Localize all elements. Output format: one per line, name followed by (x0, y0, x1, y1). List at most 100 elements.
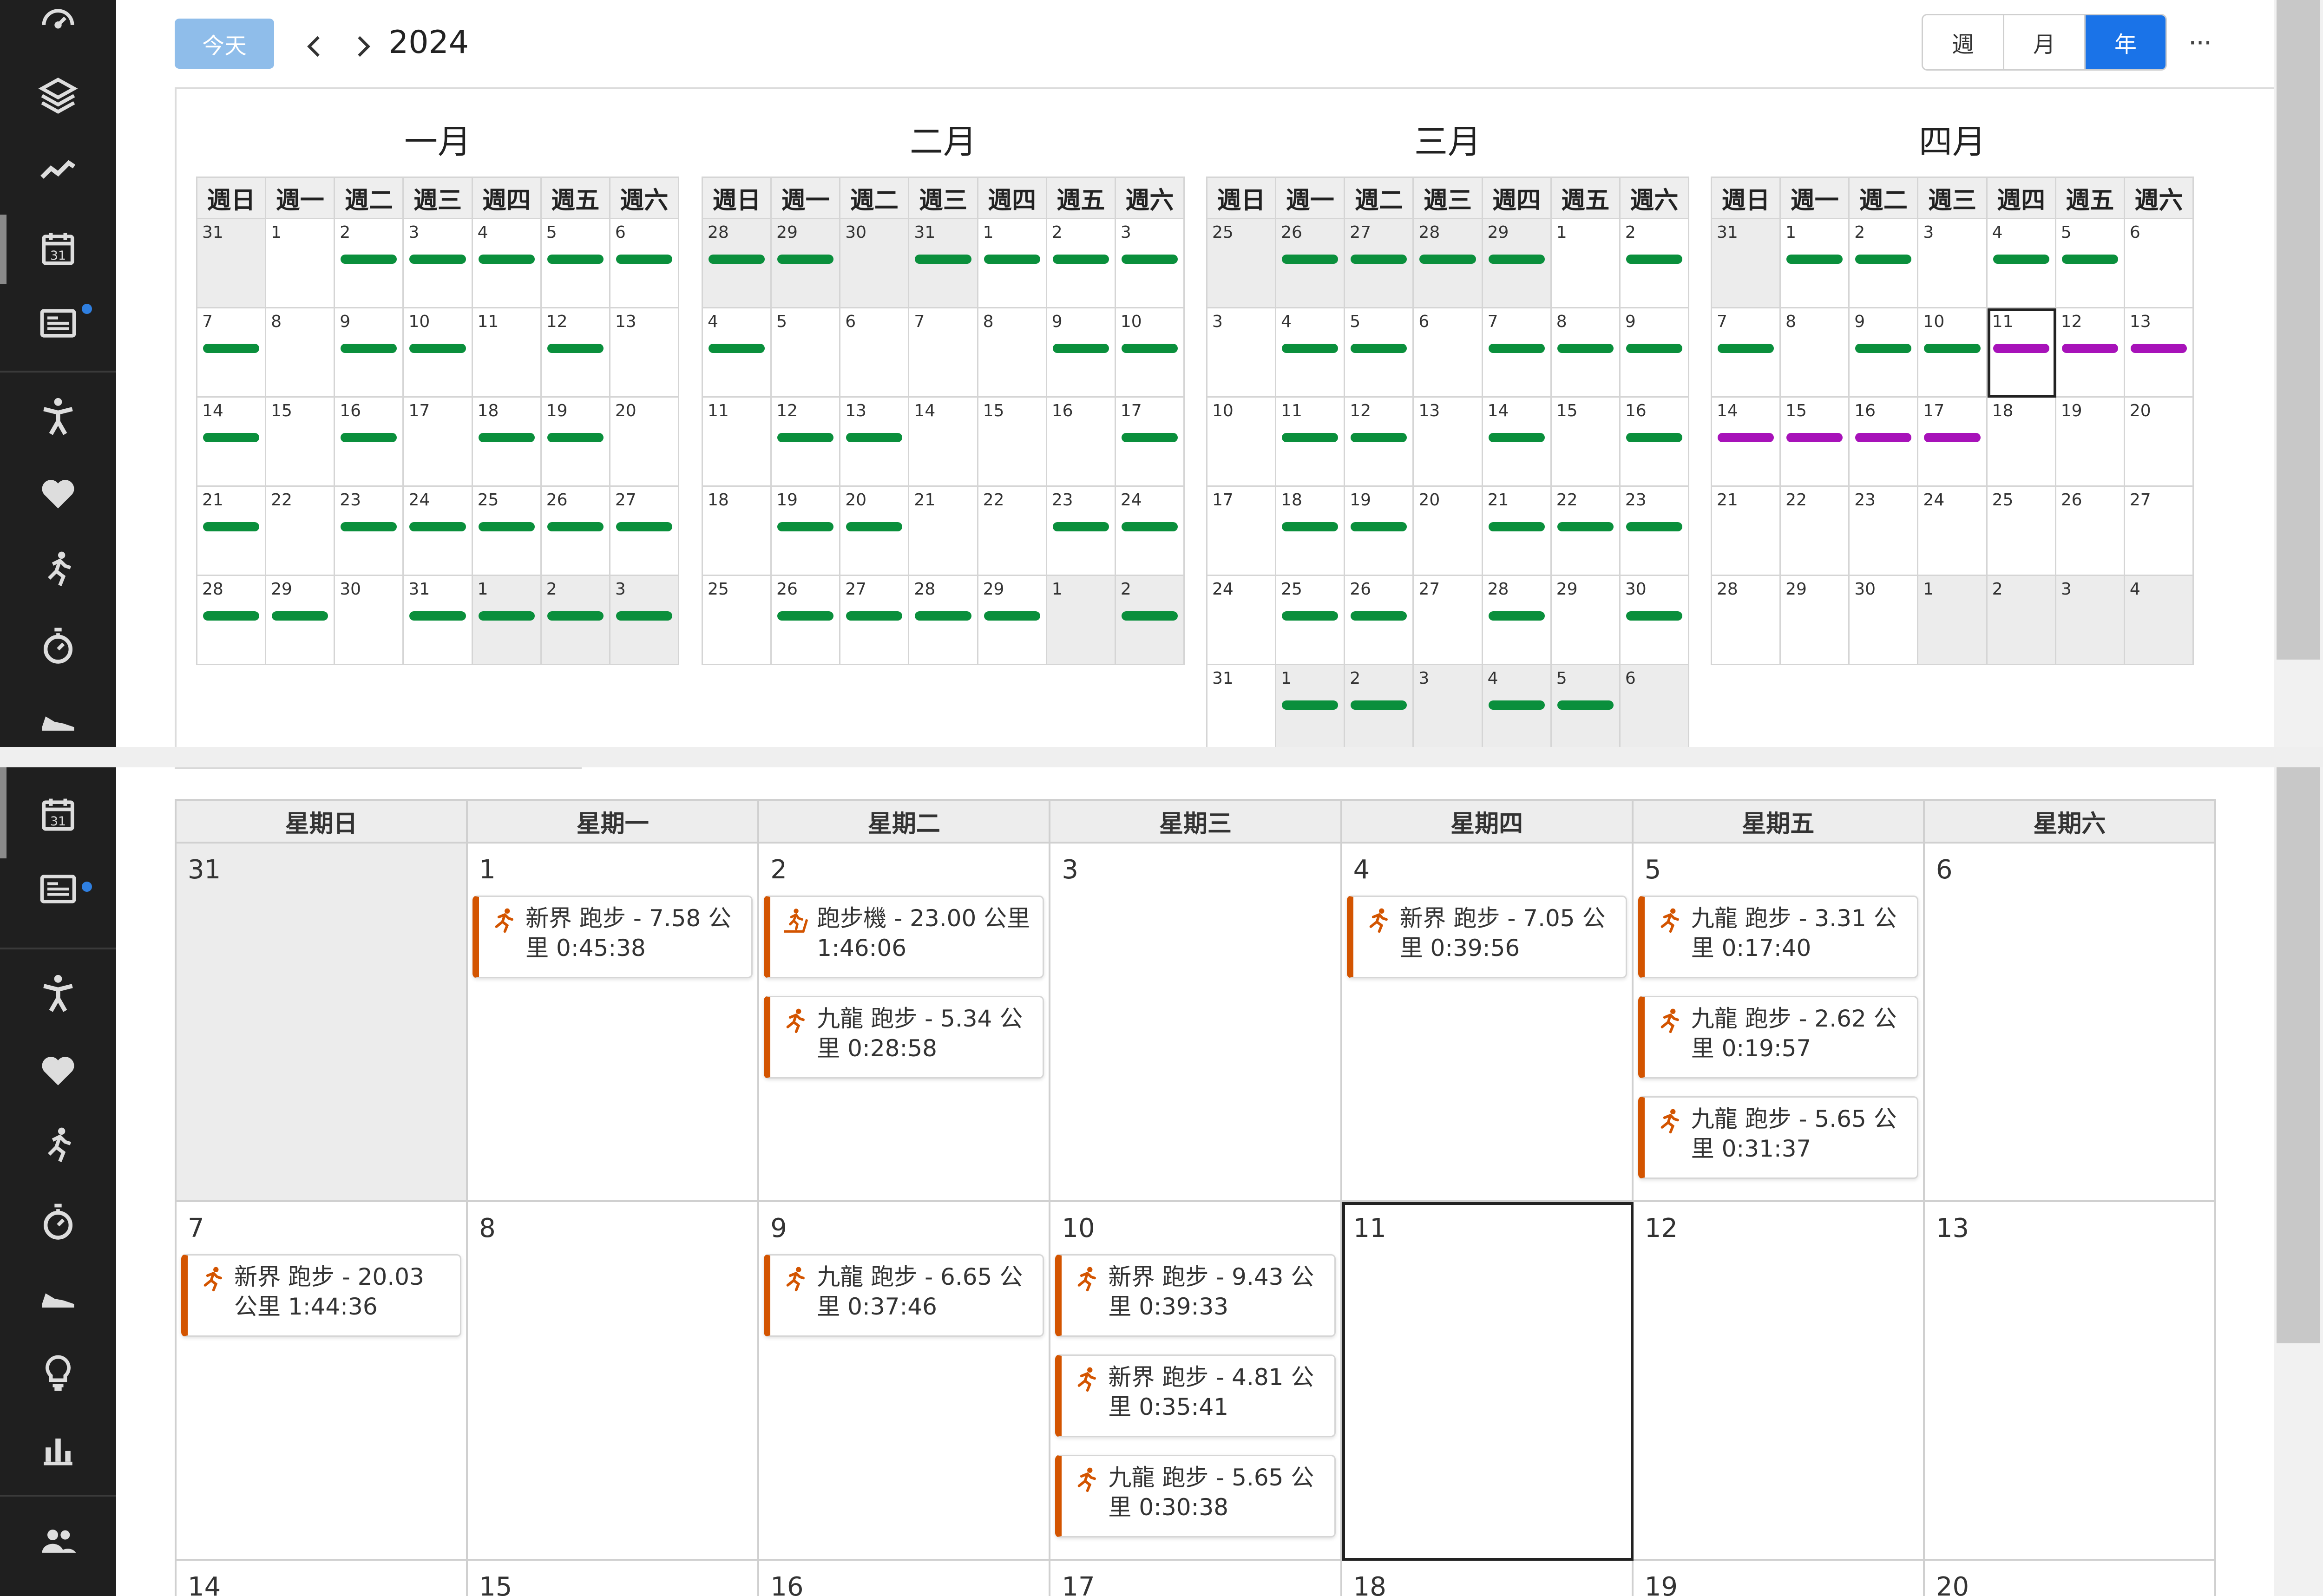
day-cell[interactable]: 16 (1620, 398, 1689, 487)
day-cell[interactable]: 12 (1633, 1202, 1925, 1561)
people-icon[interactable] (35, 1517, 81, 1563)
day-cell[interactable]: 2 (1850, 219, 1919, 308)
day-cell[interactable]: 3 (1116, 219, 1185, 308)
day-cell[interactable]: 10 (1918, 308, 1988, 398)
day-cell[interactable]: 4 (1987, 219, 2056, 308)
day-cell[interactable]: 31 (909, 219, 978, 308)
day-cell[interactable]: 26 (772, 576, 841, 665)
heart-icon[interactable] (35, 1046, 81, 1092)
day-cell[interactable]: 28 (1414, 219, 1483, 308)
shoe-icon[interactable] (35, 697, 81, 743)
day-cell[interactable]: 20 (610, 398, 679, 487)
day-cell[interactable]: 9 (335, 308, 404, 398)
day-cell[interactable]: 10 (1207, 398, 1277, 487)
day-cell[interactable]: 25 (1987, 487, 2056, 576)
day-cell[interactable]: 28 (1712, 576, 1781, 665)
day-cell[interactable]: 4 (1276, 308, 1345, 398)
stopwatch-icon[interactable] (35, 622, 81, 669)
day-cell[interactable]: 23 (335, 487, 404, 576)
day-cell-today[interactable]: 11 (1342, 1202, 1634, 1561)
day-cell[interactable]: 9 (1047, 308, 1116, 398)
run-icon[interactable] (35, 1122, 81, 1169)
layers-icon[interactable] (35, 72, 81, 119)
day-cell[interactable]: 5 九龍 跑步 - 3.31 公里 0:17:40 九龍 跑步 - 2.62 公里 … (1633, 844, 1925, 1202)
day-cell[interactable]: 16 (1850, 398, 1919, 487)
activity-event[interactable]: 九龍 跑步 - 5.34 公里 0:28:58 (764, 996, 1044, 1079)
day-cell[interactable]: 15 (978, 398, 1047, 487)
day-cell[interactable]: 8 (978, 308, 1047, 398)
day-cell[interactable]: 19 (1633, 1561, 1925, 1596)
day-cell[interactable]: 18 (1342, 1561, 1634, 1596)
day-cell[interactable]: 14 (177, 1561, 468, 1596)
day-cell[interactable]: 18 (703, 487, 772, 576)
day-cell[interactable]: 21 (1483, 487, 1552, 576)
activity-event[interactable]: 跑步機 - 23.00 公里 1:46:06 (764, 896, 1044, 978)
day-cell[interactable]: 20 (840, 487, 910, 576)
shoe-icon[interactable] (35, 1274, 81, 1320)
activity-person-icon[interactable] (35, 393, 81, 439)
day-cell[interactable]: 14 (909, 398, 978, 487)
day-cell[interactable]: 3 (1207, 308, 1277, 398)
day-cell[interactable]: 3 (610, 576, 679, 665)
day-cell[interactable]: 18 (472, 398, 542, 487)
activity-event[interactable]: 九龍 跑步 - 2.62 公里 0:19:57 (1638, 996, 1918, 1079)
day-cell[interactable]: 4 (1483, 665, 1552, 747)
day-cell[interactable]: 8 (1781, 308, 1850, 398)
day-cell[interactable]: 31 (404, 576, 473, 665)
day-cell[interactable]: 6 (1620, 665, 1689, 747)
day-cell[interactable]: 3 (1050, 844, 1342, 1202)
day-cell[interactable]: 12 (2056, 308, 2125, 398)
day-cell[interactable]: 21 (1712, 487, 1781, 576)
day-cell[interactable]: 5 (1345, 308, 1414, 398)
trend-icon[interactable] (35, 149, 81, 195)
day-cell[interactable]: 9 (1850, 308, 1919, 398)
day-cell[interactable]: 2 (1116, 576, 1185, 665)
day-cell[interactable]: 29 (1781, 576, 1850, 665)
view-year-button[interactable]: 年 (2084, 15, 2166, 69)
day-cell[interactable]: 26 (541, 487, 610, 576)
day-cell[interactable]: 7 (909, 308, 978, 398)
day-cell[interactable]: 3 (2056, 576, 2125, 665)
day-cell[interactable]: 2 (335, 219, 404, 308)
day-cell[interactable]: 17 (404, 398, 473, 487)
next-year-button[interactable] (348, 28, 376, 65)
day-cell[interactable]: 5 (541, 219, 610, 308)
day-cell[interactable]: 7 (197, 308, 267, 398)
activity-event[interactable]: 九龍 跑步 - 6.65 公里 0:37:46 (764, 1254, 1044, 1337)
day-cell[interactable]: 31 (1207, 665, 1277, 747)
day-cell[interactable]: 24 (1207, 576, 1277, 665)
activity-event[interactable]: 新界 跑步 - 4.81 公里 0:35:41 (1055, 1354, 1336, 1437)
day-cell[interactable]: 15 (266, 398, 335, 487)
activity-event[interactable]: 九龍 跑步 - 5.65 公里 0:30:38 (1055, 1455, 1336, 1537)
day-cell[interactable]: 6 (610, 219, 679, 308)
day-cell[interactable]: 4 (703, 308, 772, 398)
day-cell[interactable]: 4 (472, 219, 542, 308)
day-cell[interactable]: 29 (772, 219, 841, 308)
day-cell[interactable]: 19 (541, 398, 610, 487)
day-cell[interactable]: 30 (1850, 576, 1919, 665)
calendar-icon[interactable]: 31 (35, 791, 81, 838)
day-cell[interactable]: 6 (1414, 308, 1483, 398)
day-cell[interactable]: 23 (1850, 487, 1919, 576)
day-cell[interactable]: 22 (1781, 487, 1850, 576)
day-cell[interactable]: 19 (2056, 398, 2125, 487)
day-cell[interactable]: 30 (1620, 576, 1689, 665)
day-cell[interactable]: 14 (197, 398, 267, 487)
prev-year-button[interactable] (301, 28, 329, 65)
day-cell[interactable]: 9 (1620, 308, 1689, 398)
day-cell[interactable]: 27 (2125, 487, 2194, 576)
activity-event[interactable]: 新界 跑步 - 7.58 公里 0:45:38 (472, 896, 753, 978)
day-cell[interactable]: 22 (978, 487, 1047, 576)
news-icon[interactable] (35, 300, 81, 347)
day-cell[interactable]: 14 (1712, 398, 1781, 487)
day-cell[interactable]: 1 新界 跑步 - 7.58 公里 0:45:38 (468, 844, 760, 1202)
day-cell[interactable]: 21 (909, 487, 978, 576)
day-cell[interactable]: 8 (468, 1202, 760, 1561)
day-cell[interactable]: 22 (1551, 487, 1621, 576)
day-cell[interactable]: 28 (197, 576, 267, 665)
day-cell[interactable]: 1 (978, 219, 1047, 308)
day-cell[interactable]: 13 (1414, 398, 1483, 487)
day-cell[interactable]: 24 (404, 487, 473, 576)
more-options-button[interactable]: ··· (2188, 27, 2212, 59)
news-icon[interactable] (35, 866, 81, 912)
